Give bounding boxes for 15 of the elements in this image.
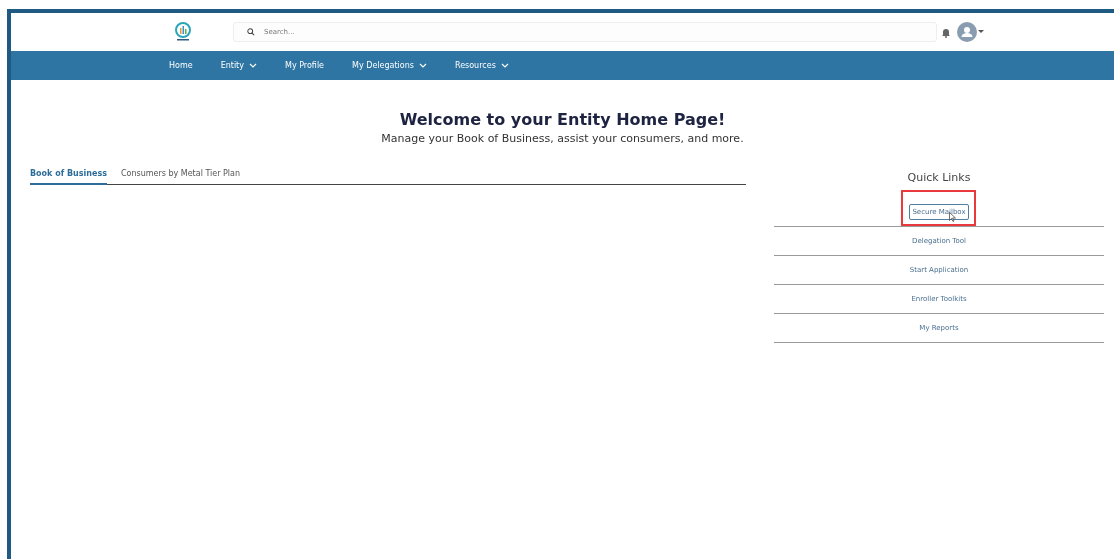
cursor-icon — [949, 212, 956, 222]
page-title: Welcome to your Entity Home Page! — [398, 110, 727, 129]
nav-link[interactable]: My Delegations — [352, 61, 427, 70]
caret-icon[interactable] — [978, 30, 984, 34]
nav-link[interactable]: Entity — [220, 61, 257, 70]
tab[interactable]: Consumers by Metal Tier Plan — [120, 165, 241, 185]
nav-link[interactable]: Home — [169, 61, 193, 70]
quick-links-title: Quick Links — [906, 171, 972, 184]
logo-icon[interactable] — [174, 22, 192, 42]
bell-icon[interactable] — [941, 26, 951, 38]
page-subtitle: Manage your Book of Business, assist your consumers, and more. — [380, 132, 745, 145]
tab[interactable]: Book of Business — [30, 165, 107, 185]
nav-link[interactable]: My Profile — [285, 61, 325, 70]
search-icon — [247, 28, 255, 36]
nav-link[interactable]: Resources — [454, 61, 509, 70]
